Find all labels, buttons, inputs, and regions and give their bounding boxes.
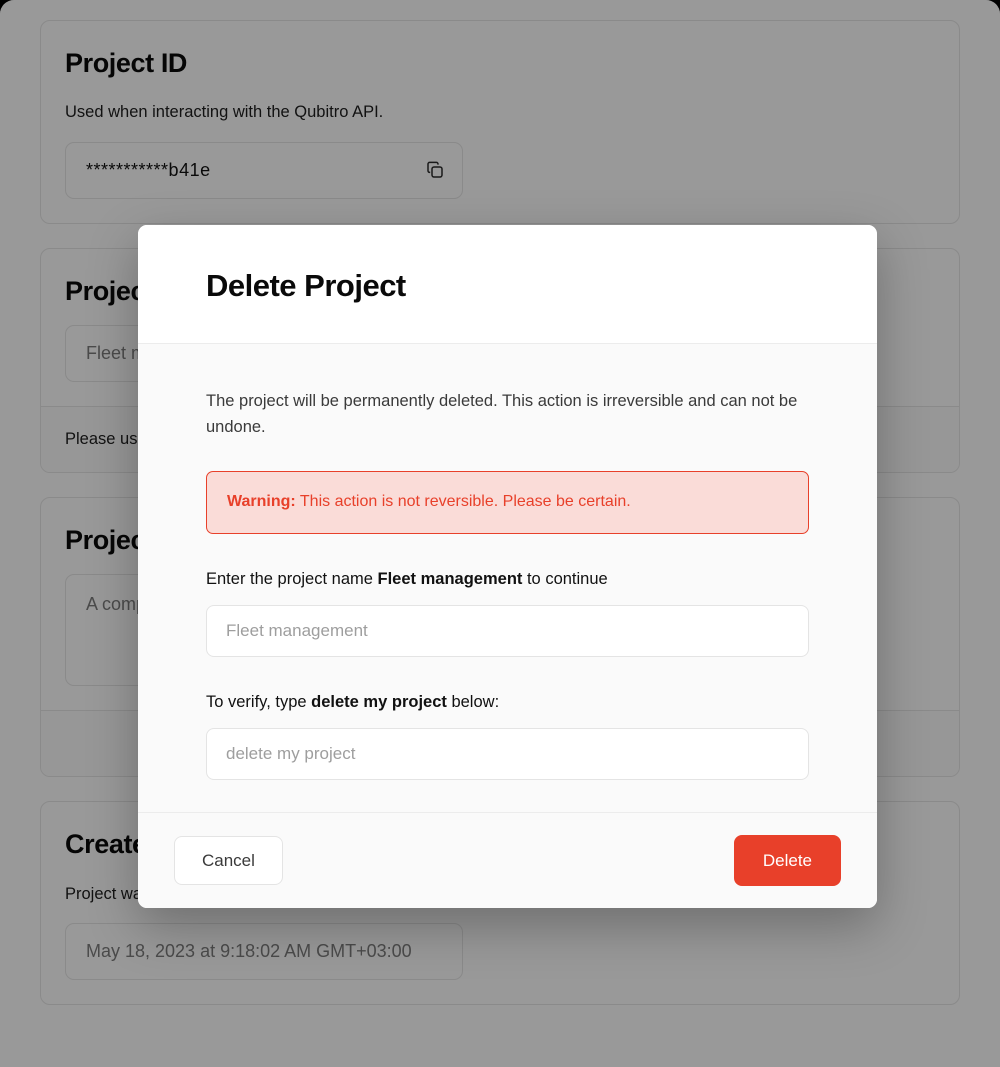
project-name-confirm-label: Enter the project name Fleet management … xyxy=(206,568,809,591)
modal-title: Delete Project xyxy=(206,268,406,303)
label-suffix: to continue xyxy=(522,569,608,588)
verify-phrase-label: To verify, type delete my project below: xyxy=(206,691,809,714)
warning-text: This action is not reversible. Please be… xyxy=(295,492,631,510)
app-page: Project ID Used when interacting with th… xyxy=(0,0,1000,1067)
verify-phrase: delete my project xyxy=(311,692,447,711)
verify-suffix: below: xyxy=(446,692,500,711)
verify-phrase-input[interactable] xyxy=(206,727,809,780)
modal-description: The project will be permanently deleted.… xyxy=(206,392,798,437)
cancel-button[interactable]: Cancel xyxy=(174,835,283,885)
modal-header: Delete Project xyxy=(138,225,877,345)
warning-label: Warning: xyxy=(227,492,296,510)
verify-prefix: To verify, type xyxy=(206,692,312,711)
project-name-confirm-input[interactable] xyxy=(206,604,809,657)
warning-banner: Warning: This action is not reversible. … xyxy=(206,470,809,534)
delete-project-modal: Delete Project The project will be perma… xyxy=(138,225,877,908)
modal-footer: Cancel Delete xyxy=(138,811,877,908)
modal-body: The project will be permanently deleted.… xyxy=(138,344,877,812)
label-project-name: Fleet management xyxy=(377,569,523,588)
delete-button[interactable]: Delete xyxy=(733,834,841,886)
label-prefix: Enter the project name xyxy=(206,569,378,588)
